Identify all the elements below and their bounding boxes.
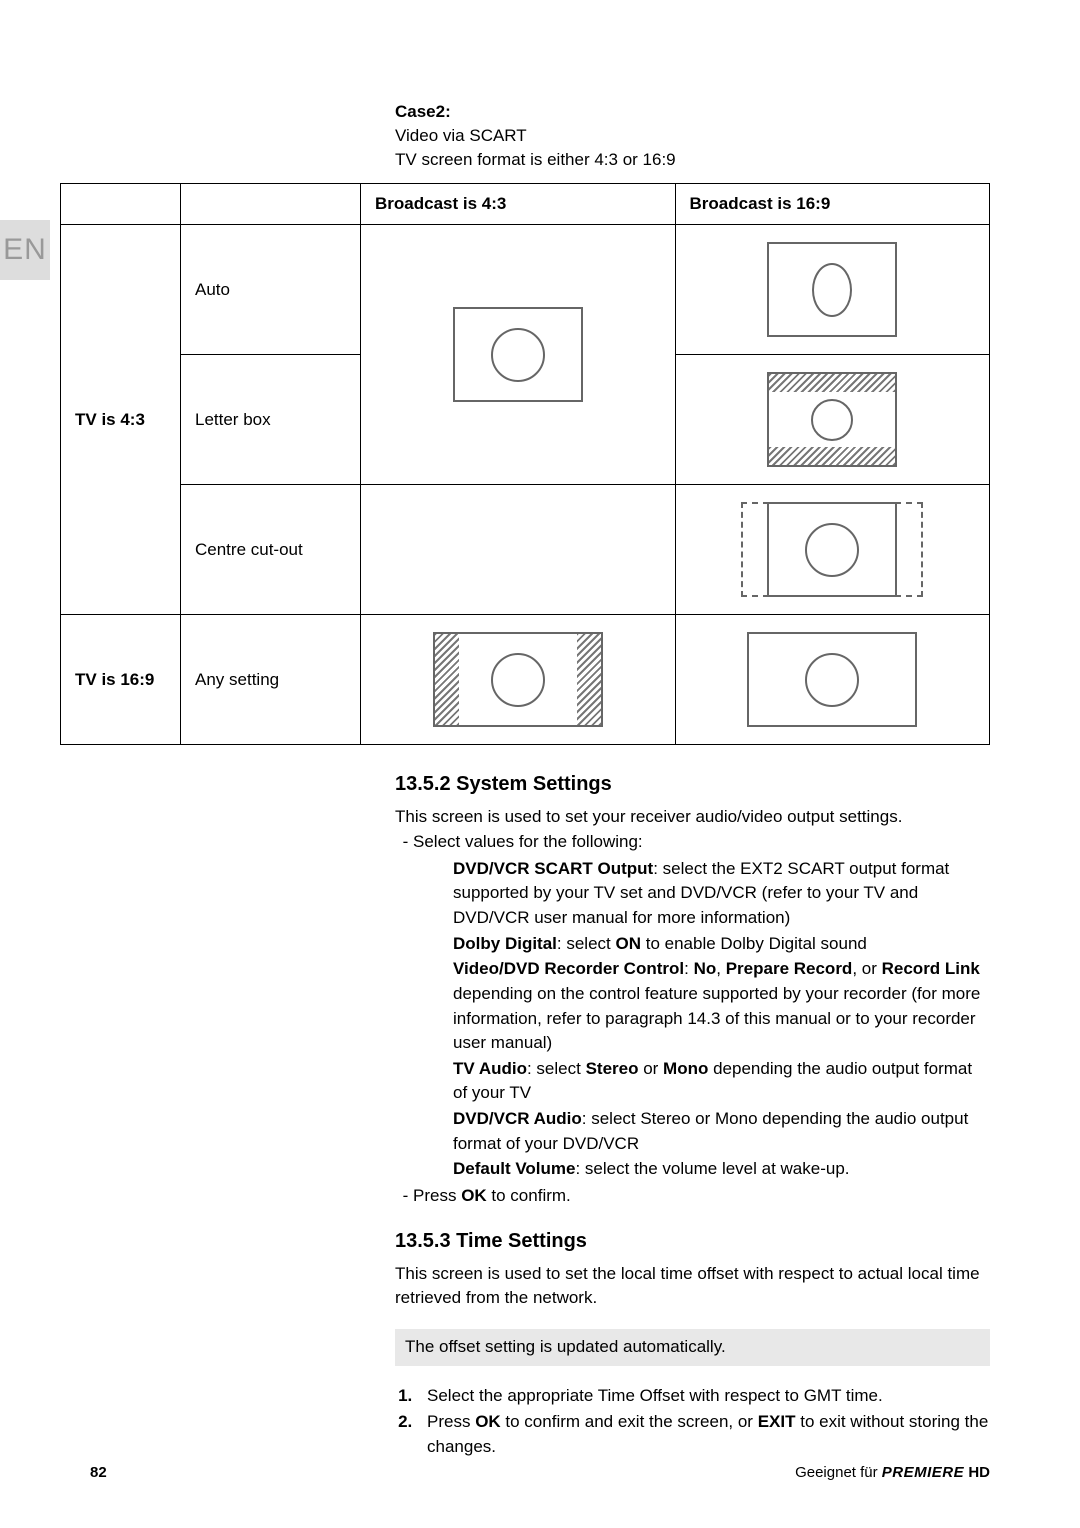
row-tv-169: TV is 16:9 xyxy=(61,615,181,745)
time-note: The offset setting is updated automatica… xyxy=(395,1329,990,1366)
row-tv-43: TV is 4:3 xyxy=(61,225,181,615)
page-number: 82 xyxy=(90,1464,107,1481)
diagram-43-auto-letterbox-b43 xyxy=(361,225,676,485)
case-header: Case2: Video via SCART TV screen format … xyxy=(395,100,990,171)
diagram-43-auto-b169 xyxy=(675,225,990,355)
opt-dolby: Dolby Digital: select ON to enable Dolby… xyxy=(453,932,990,957)
time-step-2: Press OK to confirm and exit the screen,… xyxy=(417,1410,990,1459)
time-step-1: Select the appropriate Time Offset with … xyxy=(417,1384,990,1409)
opt-recorder: Video/DVD Recorder Control: No, Prepare … xyxy=(453,957,990,1056)
aspect-ratio-table: Broadcast is 4:3 Broadcast is 16:9 TV is… xyxy=(60,183,990,745)
case-line-1: Video via SCART xyxy=(395,126,527,145)
sys-press-ok: Press OK to confirm. xyxy=(413,1184,990,1209)
fmt-letterbox: Letter box xyxy=(181,355,361,485)
col-broadcast-43: Broadcast is 4:3 xyxy=(361,184,676,225)
page-footer: 82 Geeignet für PREMIERE HD xyxy=(90,1464,990,1481)
fmt-centrecut: Centre cut-out xyxy=(181,485,361,615)
footer-brand: Geeignet für PREMIERE HD xyxy=(795,1464,990,1481)
diagram-43-letterbox-b169 xyxy=(675,355,990,485)
sys-select-line: Select values for the following: DVD/VCR… xyxy=(413,830,990,1182)
diagram-43-centrecut-b43 xyxy=(361,485,676,615)
case-label: Case2: xyxy=(395,102,451,121)
heading-system-settings: 13.5.2 System Settings xyxy=(395,770,990,799)
heading-time-settings: 13.5.3 Time Settings xyxy=(395,1227,990,1256)
opt-default-volume: Default Volume: select the volume level … xyxy=(453,1157,990,1182)
diagram-43-centrecut-b169 xyxy=(675,485,990,615)
col-broadcast-169: Broadcast is 16:9 xyxy=(675,184,990,225)
sys-intro: This screen is used to set your receiver… xyxy=(395,805,990,830)
diagram-169-any-b43 xyxy=(361,615,676,745)
opt-tvaudio: TV Audio: select Stereo or Mono dependin… xyxy=(453,1057,990,1106)
time-intro: This screen is used to set the local tim… xyxy=(395,1262,990,1311)
language-tab: EN xyxy=(0,220,50,280)
opt-dvdvcr-audio: DVD/VCR Audio: select Stereo or Mono dep… xyxy=(453,1107,990,1156)
case-line-2: TV screen format is either 4:3 or 16:9 xyxy=(395,150,676,169)
fmt-any: Any setting xyxy=(181,615,361,745)
diagram-169-any-b169 xyxy=(675,615,990,745)
opt-dvdvcr-scart: DVD/VCR SCART Output: select the EXT2 SC… xyxy=(453,857,990,931)
fmt-auto: Auto xyxy=(181,225,361,355)
